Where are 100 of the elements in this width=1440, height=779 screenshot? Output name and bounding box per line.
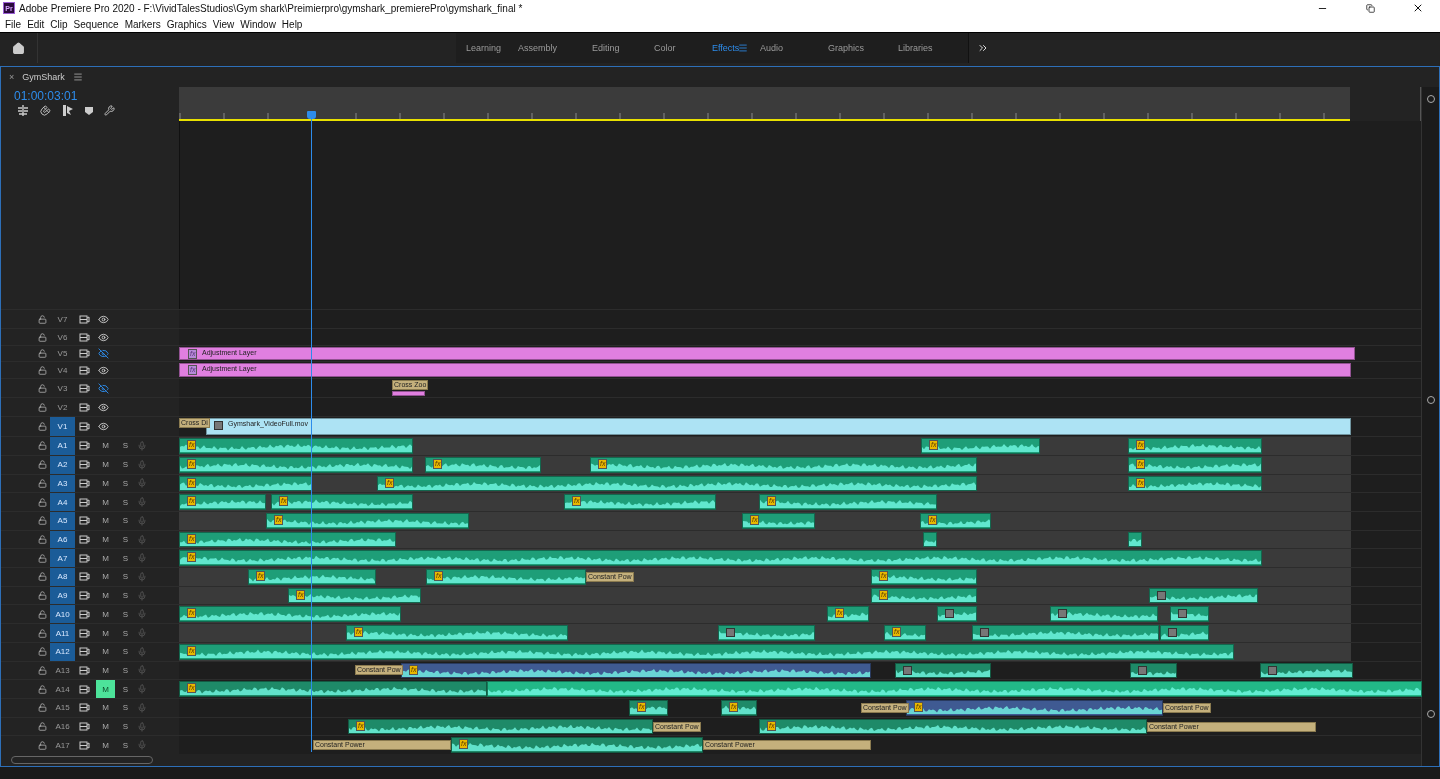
track-output-icon[interactable] (79, 314, 90, 324)
lock-icon[interactable] (38, 628, 47, 638)
track-target[interactable]: V6 (50, 329, 75, 346)
hidden-eye-icon[interactable] (98, 348, 109, 360)
track-output-icon[interactable] (79, 383, 90, 393)
track-target[interactable]: V1 (50, 417, 75, 437)
eye-icon[interactable] (98, 331, 109, 343)
track-target[interactable]: A9 (50, 586, 75, 605)
close-tab-button[interactable]: × (9, 72, 15, 82)
mute-button[interactable]: M (96, 455, 115, 474)
track-output-icon[interactable] (79, 572, 90, 582)
workspace-tab[interactable]: Learning (466, 43, 518, 53)
lock-icon[interactable] (38, 365, 47, 375)
lock-icon[interactable] (38, 740, 47, 750)
menu-item[interactable]: Help (278, 18, 306, 30)
mute-button[interactable]: M (96, 493, 115, 511)
track-target[interactable]: A15 (50, 699, 75, 717)
track-output-icon[interactable] (79, 402, 90, 412)
track-output-icon[interactable] (79, 460, 90, 470)
lock-icon[interactable] (38, 497, 47, 507)
mute-button[interactable]: M (96, 586, 115, 605)
solo-button[interactable]: S (116, 437, 135, 455)
track-target[interactable]: A14 (50, 680, 75, 698)
workspace-tab[interactable]: Graphics (828, 43, 898, 53)
lock-icon[interactable] (38, 665, 47, 675)
eye-icon[interactable] (98, 401, 109, 413)
lock-icon[interactable] (38, 516, 47, 526)
track-output-icon[interactable] (79, 497, 90, 507)
audio-clip[interactable] (923, 531, 937, 548)
track-target[interactable]: V7 (50, 310, 75, 329)
workspace-tab[interactable]: Editing (592, 43, 654, 53)
track-output-icon[interactable] (79, 441, 90, 451)
mute-button[interactable]: M (96, 605, 115, 624)
lock-icon[interactable] (38, 332, 47, 342)
track-output-icon[interactable] (79, 365, 90, 375)
lock-icon[interactable] (38, 535, 47, 544)
mute-button[interactable]: M (96, 530, 115, 549)
track-output-icon[interactable] (79, 684, 90, 694)
track-output-icon[interactable] (79, 591, 90, 601)
magnet-icon[interactable] (40, 105, 51, 116)
lock-icon[interactable] (38, 460, 47, 470)
workspace-tab[interactable]: Libraries (898, 43, 958, 53)
marker-icon[interactable] (85, 105, 93, 116)
track-target[interactable]: A1 (50, 437, 75, 455)
workspace-tab[interactable]: Audio (760, 43, 828, 53)
workspace-tab[interactable]: Effects (712, 43, 750, 53)
track-target[interactable]: A5 (50, 511, 75, 530)
solo-button[interactable]: S (116, 493, 135, 511)
audio-clip[interactable] (1170, 606, 1209, 623)
solo-button[interactable]: S (116, 455, 135, 474)
track-target[interactable]: A11 (50, 624, 75, 642)
mute-button[interactable]: M (96, 437, 115, 455)
track-target[interactable]: V5 (50, 346, 75, 362)
workspace-tab[interactable]: Color (654, 43, 712, 53)
track-output-icon[interactable] (79, 703, 90, 713)
lock-icon[interactable] (38, 703, 47, 713)
solo-button[interactable]: S (116, 530, 135, 549)
mute-button[interactable]: M (96, 474, 115, 493)
workspace-tab[interactable]: Assembly (518, 43, 592, 53)
solo-button[interactable]: S (116, 605, 135, 624)
mute-button[interactable]: M (96, 717, 115, 736)
menu-item[interactable]: Edit (24, 18, 48, 30)
insert-sequence-icon[interactable] (17, 105, 29, 116)
eye-icon[interactable] (98, 364, 109, 376)
mute-button[interactable]: M (96, 736, 115, 755)
track-output-icon[interactable] (79, 553, 90, 563)
playhead-handle[interactable] (306, 111, 316, 119)
menu-item[interactable]: View (209, 18, 238, 30)
wrench-icon[interactable] (104, 105, 115, 116)
mute-button[interactable]: M (96, 661, 115, 680)
menu-item[interactable]: Graphics (163, 18, 210, 30)
menu-icon[interactable] (72, 72, 83, 82)
lock-icon[interactable] (38, 441, 47, 451)
time-ruler[interactable] (178, 87, 1351, 121)
vertical-scrollbar[interactable] (1421, 87, 1439, 766)
mute-button[interactable]: M (96, 624, 115, 642)
track-output-icon[interactable] (79, 740, 90, 750)
mute-button[interactable]: M (96, 699, 115, 717)
solo-button[interactable]: S (116, 511, 135, 530)
adjustment-clip[interactable] (392, 391, 425, 397)
eye-icon[interactable] (98, 421, 109, 433)
restore-icon[interactable] (1365, 3, 1375, 13)
lock-icon[interactable] (38, 478, 47, 488)
track-target[interactable]: A10 (50, 605, 75, 624)
lock-icon[interactable] (38, 349, 47, 359)
solo-button[interactable]: S (116, 736, 135, 755)
track-target[interactable]: A6 (50, 530, 75, 549)
track-output-icon[interactable] (79, 722, 90, 732)
track-output-icon[interactable] (79, 628, 90, 638)
more-workspaces-icon[interactable] (977, 42, 989, 54)
lock-icon[interactable] (38, 314, 47, 324)
solo-button[interactable]: S (116, 642, 135, 661)
solo-button[interactable]: S (116, 661, 135, 680)
track-output-icon[interactable] (79, 516, 90, 526)
lock-icon[interactable] (38, 553, 47, 563)
track-target[interactable]: A12 (50, 642, 75, 661)
track-target[interactable]: V4 (50, 362, 75, 379)
close-icon[interactable] (1412, 2, 1424, 14)
menu-item[interactable]: Sequence (70, 18, 122, 30)
linked-selection-icon[interactable] (62, 105, 74, 116)
